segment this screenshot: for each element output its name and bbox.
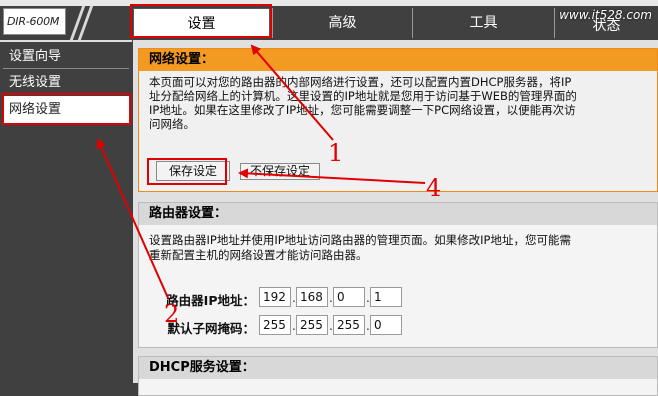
description-line: 本页面可以对您的路由器的内部网络进行设置，还可以配置内置DHCP服务器，将IP bbox=[149, 75, 572, 89]
router-ip-octet-1[interactable]: 192 bbox=[259, 287, 291, 307]
description-line: IP地址。如果在这里修改了IP地址，您可能需要调整一下PC网络设置，以便能再次访 bbox=[149, 103, 576, 117]
main-content: 网络设置： 本页面可以对您的路由器的内部网络进行设置，还可以配置内置DHCP服务… bbox=[133, 40, 658, 396]
panel-description: 本页面可以对您的路由器的内部网络进行设置，还可以配置内置DHCP服务器，将IP … bbox=[149, 75, 658, 131]
description-line: 问网络。 bbox=[149, 117, 195, 131]
sidebar: 设置向导 无线设置 网络设置 bbox=[0, 40, 132, 385]
annotation-box-network-settings bbox=[2, 93, 131, 125]
description-line: 设置路由器IP地址并使用IP地址访问路由器的管理页面。如果修改IP地址，您可能需 bbox=[149, 233, 571, 247]
panel-title: 路由器设置： bbox=[139, 203, 657, 225]
annotation-box-setup-tab bbox=[130, 4, 272, 38]
dhcp-settings-panel: DHCP服务设置： bbox=[138, 356, 658, 396]
router-ip-octet-2[interactable]: 168 bbox=[296, 287, 328, 307]
top-navigation: DIR-600M 设置 高级 工具 状态 www.it528.com bbox=[0, 0, 658, 40]
tab-advanced[interactable]: 高级 bbox=[272, 8, 412, 38]
tab-tools[interactable]: 工具 bbox=[412, 8, 554, 38]
product-logo: DIR-600M bbox=[3, 8, 66, 35]
subnet-mask-octet-4[interactable]: 0 bbox=[370, 315, 402, 335]
sidebar-item-wireless-settings[interactable]: 无线设置 bbox=[3, 70, 129, 95]
subnet-mask-octet-2[interactable]: 255 bbox=[296, 315, 328, 335]
description-line: 址分配给网络上的计算机。这里设置的IP地址就是您用于访问基于WEB的管理界面的 bbox=[149, 89, 577, 103]
panel-title: DHCP服务设置： bbox=[139, 357, 657, 379]
description-line: 重新配置主机的网络设置才能访问路由器。 bbox=[149, 248, 368, 262]
annotation-number-4: 4 bbox=[426, 174, 442, 202]
subnet-mask-octet-1[interactable]: 255 bbox=[259, 315, 291, 335]
subnet-mask-octet-3[interactable]: 255 bbox=[333, 315, 365, 335]
router-ip-label: 路由器IP地址： bbox=[166, 293, 255, 308]
annotation-number-2: 2 bbox=[164, 300, 180, 328]
subnet-mask-label: 默认子网掩码： bbox=[167, 321, 255, 336]
router-ip-octet-4[interactable]: 1 bbox=[370, 287, 402, 307]
sidebar-item-setup-wizard[interactable]: 设置向导 bbox=[3, 44, 129, 69]
router-settings-panel: 路由器设置： 设置路由器IP地址并使用IP地址访问路由器的管理页面。如果修改IP… bbox=[138, 202, 658, 348]
panel-title: 网络设置： bbox=[139, 49, 657, 71]
annotation-box-save-button bbox=[147, 158, 227, 185]
router-ip-octet-3[interactable]: 0 bbox=[333, 287, 365, 307]
dont-save-settings-button[interactable]: 不保存设定 bbox=[240, 163, 320, 180]
watermark: www.it528.com bbox=[559, 8, 652, 22]
top-stripe bbox=[0, 0, 658, 6]
panel-description: 设置路由器IP地址并使用IP地址访问路由器的管理页面。如果修改IP地址，您可能需… bbox=[149, 233, 658, 263]
annotation-number-1: 1 bbox=[328, 139, 344, 167]
